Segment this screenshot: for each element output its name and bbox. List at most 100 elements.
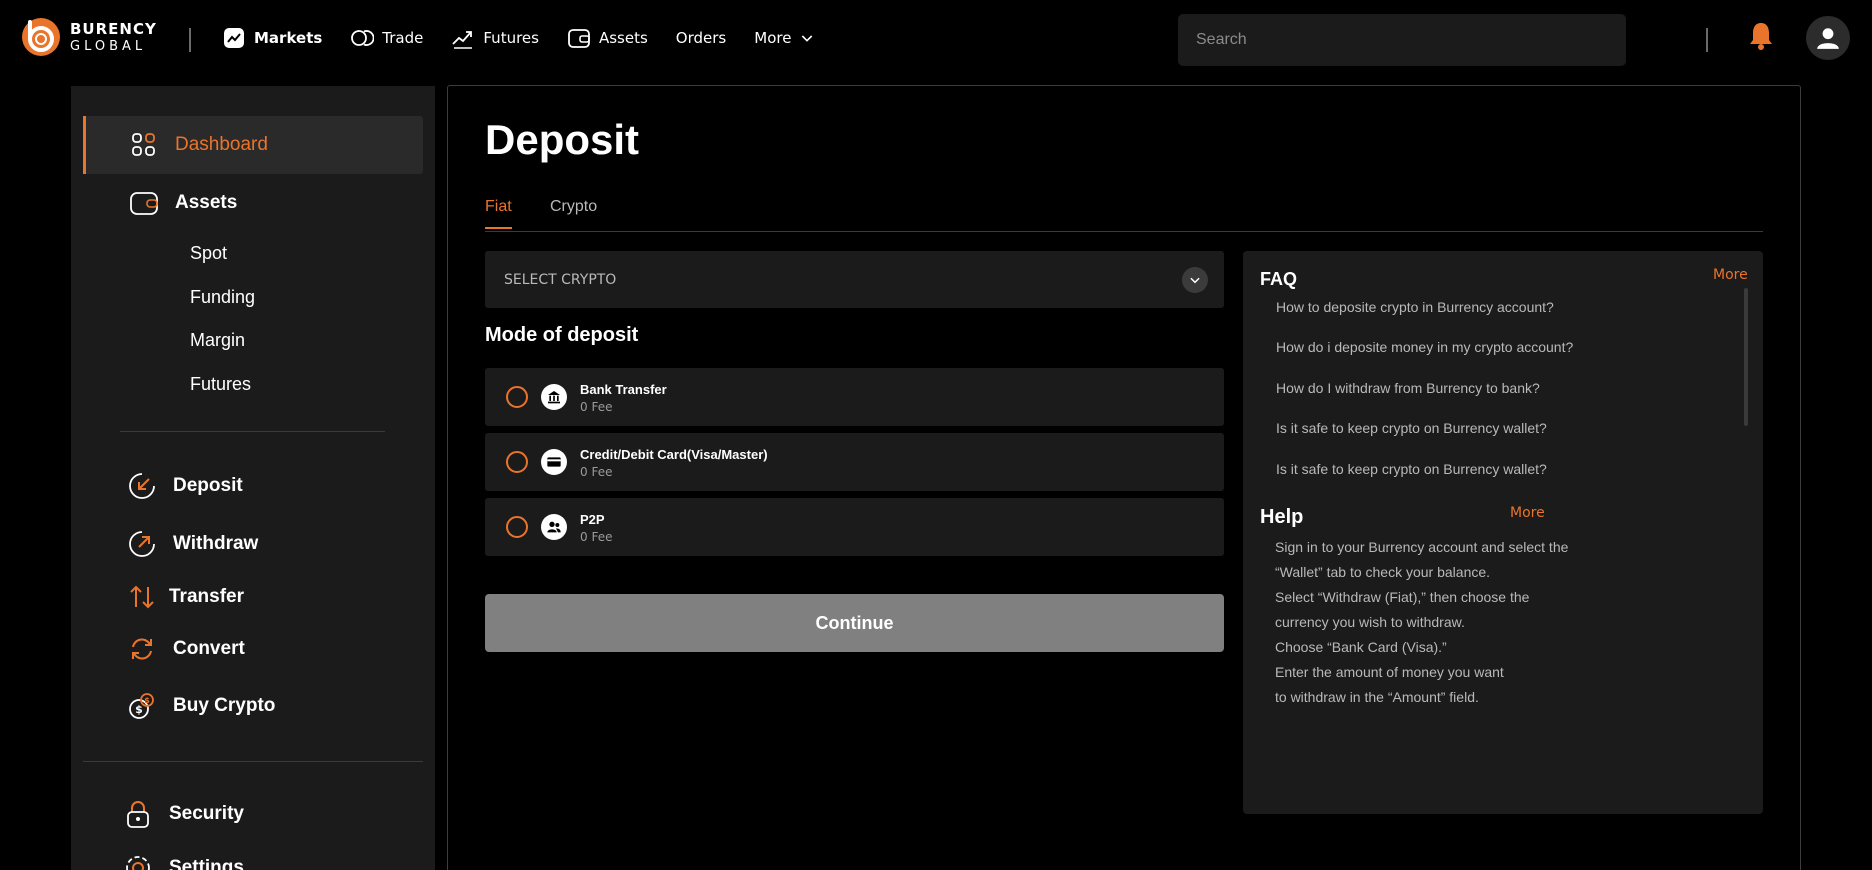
faq-question[interactable]: Is it safe to keep crypto on Burrency wa… <box>1276 461 1547 477</box>
svg-text:$: $ <box>135 703 143 716</box>
wallet-icon <box>568 29 590 48</box>
brand-line-1: BURENCY <box>70 19 157 38</box>
brand-logo[interactable]: BURENCY GLOBAL <box>20 16 157 58</box>
mode-name: P2P <box>580 512 605 527</box>
bell-icon[interactable] <box>1748 20 1774 52</box>
svg-text:$: $ <box>144 696 150 705</box>
coins-icon <box>351 30 375 46</box>
help-text-line: Sign in to your Burrency account and sel… <box>1275 539 1569 555</box>
user-icon <box>1817 28 1839 49</box>
withdraw-icon <box>129 531 155 557</box>
radio-button[interactable] <box>506 451 528 473</box>
sidebar-item-assets[interactable]: Assets <box>129 188 237 218</box>
bank-icon <box>541 384 567 410</box>
wallet-icon <box>130 192 158 215</box>
faq-help-card: FAQ More How to deposite crypto in Burre… <box>1243 251 1763 814</box>
radio-button[interactable] <box>506 516 528 538</box>
sidebar-divider <box>83 761 423 762</box>
search-input[interactable] <box>1178 14 1626 66</box>
sidebar-item-settings[interactable]: Settings <box>123 853 244 870</box>
select-crypto-dropdown[interactable]: SELECT CRYPTO <box>485 251 1224 308</box>
faq-question[interactable]: Is it safe to keep crypto on Burrency wa… <box>1276 420 1547 436</box>
main-nav: Markets Trade Futures Assets Orders More <box>222 26 843 50</box>
help-text-line: Enter the amount of money you want <box>1275 664 1504 680</box>
convert-icon <box>132 638 152 660</box>
avatar[interactable] <box>1806 16 1850 60</box>
sidebar-item-security[interactable]: Security <box>123 799 244 829</box>
nav-more[interactable]: More <box>754 29 815 47</box>
sidebar-item-deposit[interactable]: Deposit <box>127 471 243 501</box>
sidebar-sub-item-spot[interactable]: Spot <box>190 243 227 264</box>
sidebar-item-transfer-label: Transfer <box>169 586 244 607</box>
sidebar-sub-item-margin[interactable]: Margin <box>190 330 245 351</box>
nav-assets[interactable]: Assets <box>567 26 648 50</box>
nav-markets[interactable]: Markets <box>222 26 322 50</box>
gear-icon <box>126 856 150 870</box>
mode-fee: 0 Fee <box>580 400 613 414</box>
coins-icon: $$ <box>129 693 154 719</box>
mode-name: Credit/Debit Card(Visa/Master) <box>580 447 768 462</box>
help-text-line: Choose “Bank Card (Visa).” <box>1275 639 1447 655</box>
nav-divider <box>189 28 191 52</box>
sidebar-item-settings-label: Settings <box>169 857 244 870</box>
dashboard-icon <box>132 133 155 156</box>
sidebar-item-dashboard[interactable]: Dashboard <box>129 130 268 160</box>
sidebar-item-withdraw-label: Withdraw <box>173 533 259 554</box>
deposit-mode-bank-transfer[interactable]: Bank Transfer 0 Fee <box>485 368 1224 426</box>
nav-orders-label: Orders <box>675 29 727 47</box>
radio-button[interactable] <box>506 386 528 408</box>
sidebar: Dashboard Assets Spot Funding Margin Fut… <box>71 86 435 870</box>
faq-heading: FAQ <box>1260 269 1298 289</box>
users-icon <box>541 514 567 540</box>
sidebar-item-buy-crypto[interactable]: $ $ Buy Crypto <box>127 691 275 721</box>
sidebar-item-convert-label: Convert <box>173 638 245 659</box>
help-text-line: “Wallet” tab to check your balance. <box>1275 564 1491 580</box>
mode-of-deposit-heading: Mode of deposit <box>485 324 639 346</box>
faq-scrollbar[interactable] <box>1744 288 1748 426</box>
sidebar-sub-item-futures[interactable]: Futures <box>190 374 251 395</box>
brand-wordmark: BURENCY GLOBAL <box>70 19 157 54</box>
nav-orders[interactable]: Orders <box>676 29 726 47</box>
continue-button[interactable]: Continue <box>485 594 1224 652</box>
mode-fee: 0 Fee <box>580 465 613 479</box>
futures-icon <box>452 31 473 49</box>
page-title: Deposit <box>485 116 640 163</box>
nav-trade[interactable]: Trade <box>350 26 423 50</box>
sidebar-item-withdraw[interactable]: Withdraw <box>127 529 258 559</box>
deposit-mode-p2p[interactable]: P2P 0 Fee <box>485 498 1224 556</box>
lock-icon <box>127 801 149 828</box>
help-text-line: currency you wish to withdraw. <box>1275 614 1465 630</box>
deposit-panel: Deposit Fiat Crypto SELECT CRYPTO Mode o… <box>447 85 1801 870</box>
sidebar-item-transfer[interactable]: Transfer <box>127 582 244 612</box>
help-text-line: Select “Withdraw (Fiat),” then choose th… <box>1275 589 1530 605</box>
help-text-line: to withdraw in the “Amount” field. <box>1275 689 1479 705</box>
burency-logo-icon <box>22 18 60 56</box>
sidebar-item-deposit-label: Deposit <box>173 475 243 496</box>
chart-icon <box>224 28 244 48</box>
deposit-icon <box>129 473 155 499</box>
faq-more-link[interactable]: More <box>1713 267 1748 283</box>
sidebar-item-assets-label: Assets <box>175 192 238 213</box>
tab-fiat[interactable]: Fiat <box>485 198 512 229</box>
sidebar-sub-item-funding[interactable]: Funding <box>190 287 255 308</box>
brand-line-2: GLOBAL <box>70 38 147 54</box>
nav-markets-label: Markets <box>254 29 323 47</box>
chevron-down-icon <box>1182 267 1208 293</box>
credit-card-icon <box>541 449 567 475</box>
faq-question[interactable]: How do i deposite money in my crypto acc… <box>1276 339 1573 355</box>
transfer-icon <box>130 585 154 609</box>
faq-question[interactable]: How to deposite crypto in Burrency accou… <box>1276 299 1554 315</box>
sidebar-item-convert[interactable]: Convert <box>127 634 245 664</box>
select-crypto-placeholder: SELECT CRYPTO <box>504 271 617 288</box>
nav-more-label: More <box>754 29 792 47</box>
faq-question[interactable]: How do I withdraw from Burrency to bank? <box>1276 380 1540 396</box>
help-more-link[interactable]: More <box>1510 505 1545 521</box>
header-divider <box>1706 28 1708 52</box>
sidebar-divider <box>120 431 385 432</box>
nav-futures[interactable]: Futures <box>451 26 539 50</box>
tab-crypto[interactable]: Crypto <box>550 198 597 216</box>
deposit-mode-card[interactable]: Credit/Debit Card(Visa/Master) 0 Fee <box>485 433 1224 491</box>
mode-name: Bank Transfer <box>580 382 667 397</box>
deposit-tabs: Fiat Crypto <box>485 198 1763 232</box>
sidebar-item-dashboard-label: Dashboard <box>175 134 268 155</box>
